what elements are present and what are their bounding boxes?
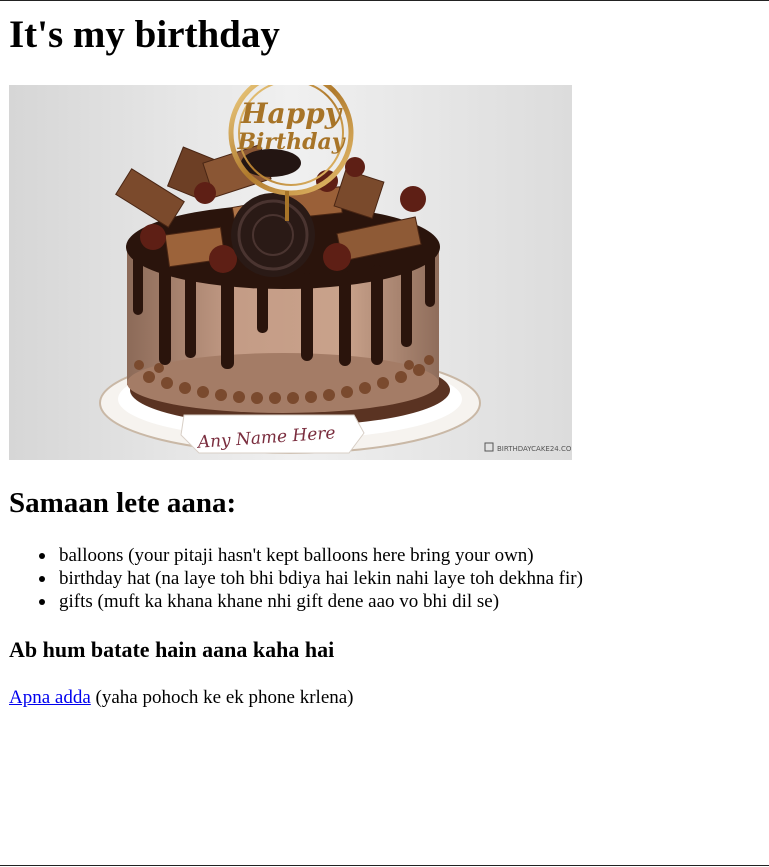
- topper-text-happy: Happy: [240, 97, 343, 130]
- location-link[interactable]: Apna adda: [9, 687, 91, 708]
- list-item: gifts (muft ka khana khane nhi gift dene…: [9, 590, 583, 613]
- location-heading: Ab hum batate hain aana kaha hai: [9, 637, 335, 662]
- list-item: balloons (your pitaji hasn't kept balloo…: [9, 544, 583, 567]
- list-item-text: birthday hat (na laye toh bhi bdiya hai …: [59, 568, 583, 589]
- bullet-icon: [39, 599, 45, 605]
- top-border: [0, 0, 769, 1]
- image-watermark: BIRTHDAYCAKE24.COM: [497, 445, 572, 453]
- bottom-border: [0, 865, 769, 866]
- location-note: (yaha pohoch ke ek phone krlena): [90, 687, 354, 708]
- items-list: balloons (your pitaji hasn't kept balloo…: [9, 544, 583, 613]
- items-heading: Samaan lete aana:: [9, 487, 237, 519]
- list-item-text: gifts (muft ka khana khane nhi gift dene…: [59, 591, 500, 612]
- page-title: It's my birthday: [9, 13, 280, 56]
- bullet-icon: [39, 576, 45, 582]
- location-paragraph: Apna adda (yaha pohoch ke ek phone krlen…: [9, 686, 354, 709]
- topper-text-birthday: Birthday: [236, 129, 346, 155]
- list-item: birthday hat (na laye toh bhi bdiya hai …: [9, 567, 583, 590]
- birthday-cake-image: Happy Birthday Any Name Here BIRTHDAYCAK…: [9, 85, 572, 460]
- list-item-text: balloons (your pitaji hasn't kept balloo…: [59, 545, 534, 566]
- bullet-icon: [39, 553, 45, 559]
